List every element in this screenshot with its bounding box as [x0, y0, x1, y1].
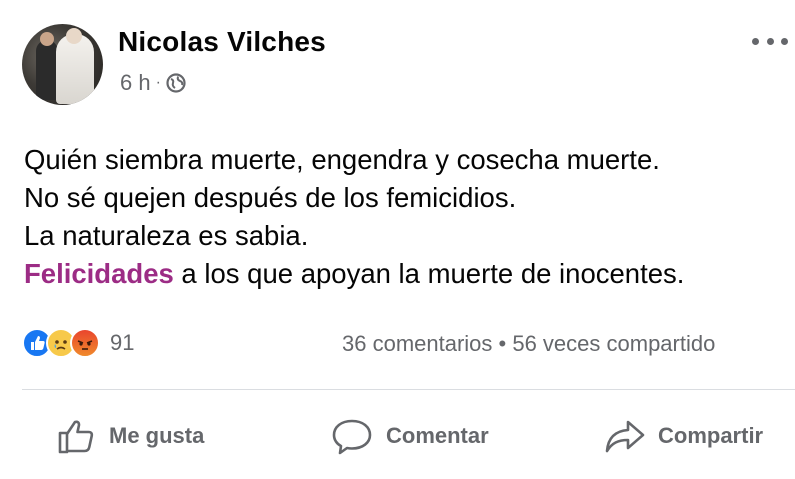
more-dot — [752, 37, 759, 45]
highlighted-word[interactable]: Felicidades — [24, 258, 174, 289]
avatar-figure — [36, 40, 58, 100]
avatar[interactable] — [22, 24, 103, 105]
avatar-figure-head — [66, 28, 82, 44]
angry-icon — [70, 328, 100, 358]
post-time[interactable]: 6 h — [120, 70, 151, 96]
post-line: No sé quejen después de los femicidios. — [24, 182, 517, 213]
more-dot — [766, 37, 774, 45]
share-button[interactable]: Compartir — [604, 414, 763, 458]
post-line: Felicidades a los que apoyan la muerte d… — [24, 255, 684, 293]
share-label: Compartir — [658, 423, 764, 448]
reaction-count[interactable]: 91 — [110, 330, 134, 356]
share-icon — [604, 417, 646, 455]
post-line: La naturaleza es sabia. — [24, 220, 309, 251]
like-button[interactable]: Me gusta — [57, 414, 204, 458]
post-line: Quién siembra muerte, engendra y cosecha… — [24, 144, 660, 175]
avatar-figure-head — [40, 32, 54, 46]
comment-label: Comentar — [386, 423, 489, 448]
post-text: Quién siembra muerte, engendra y cosecha… — [24, 141, 684, 293]
thumbs-up-icon — [57, 417, 97, 455]
globe-icon[interactable] — [166, 73, 186, 93]
comments-shares-count[interactable]: 36 comentarios • 56 veces compartido — [342, 331, 715, 357]
comment-button[interactable]: Comentar — [330, 414, 489, 458]
avatar-figure — [56, 34, 94, 104]
post-line-rest: a los que apoyan la muerte de inocentes. — [173, 258, 685, 289]
post-meta: 6 h · — [120, 70, 186, 96]
author-name[interactable]: Nicolas Vilches — [118, 26, 326, 58]
comment-icon — [330, 417, 374, 455]
like-label: Me gusta — [109, 423, 205, 448]
divider — [22, 389, 795, 390]
meta-separator: · — [155, 74, 161, 91]
facebook-post: Nicolas Vilches 6 h · Quién siembra muer… — [0, 0, 795, 479]
more-dot — [781, 37, 788, 45]
more-options-icon[interactable] — [752, 34, 788, 48]
reactions-summary[interactable]: 91 — [22, 328, 134, 358]
